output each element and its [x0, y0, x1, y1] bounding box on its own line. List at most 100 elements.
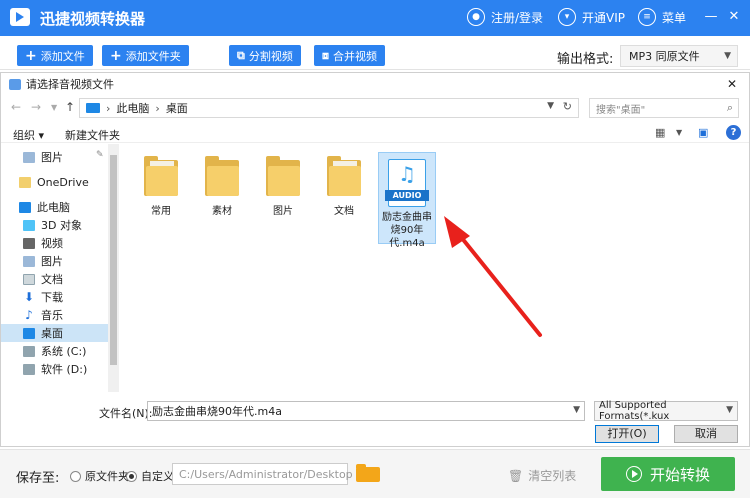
back-arrow-icon[interactable]: ←	[11, 100, 21, 114]
drive-icon	[23, 363, 35, 375]
menu-button[interactable]: ≡ 菜单	[638, 8, 686, 26]
chevron-down-icon[interactable]: ▼	[676, 128, 682, 137]
refresh-icon[interactable]: ↻	[563, 100, 572, 113]
folder-item[interactable]: 文档	[315, 156, 373, 217]
music-note-icon: ♫	[398, 162, 416, 186]
nav-item-downloads[interactable]: ⬇ 下载	[23, 288, 108, 306]
filename-label: 文件名(N):	[99, 407, 153, 420]
save-to-label: 保存至:	[16, 471, 60, 486]
folder-item[interactable]: 素材	[193, 156, 251, 217]
nav-item-drive-c[interactable]: 系统 (C:)	[23, 342, 108, 360]
split-video-label: 分割视频	[248, 49, 293, 63]
start-convert-button[interactable]: 开始转换	[601, 457, 735, 491]
dialog-command-bar: 组织 ▾ 新建文件夹 ▦ ▼ ▣ ?	[1, 123, 749, 143]
layers-icon: ≡	[638, 8, 656, 26]
trash-icon: 🗑	[508, 468, 524, 483]
minimize-button[interactable]: —	[703, 9, 719, 24]
nav-scrollbar-thumb[interactable]	[110, 155, 117, 365]
vip-label: 开通VIP	[582, 10, 625, 25]
plus-icon: +	[25, 47, 37, 64]
chevron-down-icon: ▼	[726, 405, 733, 415]
forward-arrow-icon[interactable]: →	[31, 100, 41, 114]
search-input[interactable]: 搜索"桌面" ⌕	[589, 98, 739, 118]
close-button[interactable]: ✕	[726, 9, 742, 24]
nav-item-desktop[interactable]: 桌面	[1, 324, 108, 342]
app-titlebar: 迅捷视频转换器 ● 注册/登录 ▾ 开通VIP ≡ 菜单 — ✕	[0, 0, 750, 36]
dialog-close-button[interactable]: ✕	[727, 77, 737, 91]
nav-item-label: 下载	[41, 291, 63, 304]
open-file-dialog: 请选择音视频文件 ✕ ← → ▼ ↑ › 此电脑 › 桌面 ▼ ↻ 搜索"桌面"…	[0, 72, 750, 447]
breadcrumb-desktop[interactable]: 桌面	[166, 100, 188, 116]
output-format-label: 输出格式:	[557, 52, 614, 67]
output-format-value: MP3 同原文件	[629, 50, 700, 63]
output-format-select[interactable]: MP3 同原文件 ▼	[620, 45, 738, 67]
filename-value: 励志金曲串烧90年代.m4a	[152, 405, 282, 418]
organize-menu[interactable]: 组织 ▾	[13, 127, 44, 143]
new-folder-button[interactable]: 新建文件夹	[65, 127, 120, 143]
browse-folder-icon[interactable]	[356, 464, 380, 482]
folder-icon	[19, 176, 31, 188]
dialog-titlebar: 请选择音视频文件 ✕	[1, 73, 749, 95]
split-video-button[interactable]: ⧉ 分割视频	[229, 45, 301, 66]
login-button[interactable]: ● 注册/登录	[467, 8, 543, 26]
nav-item-this-pc[interactable]: 此电脑	[19, 198, 108, 216]
clear-list-button[interactable]: 🗑 清空列表	[508, 467, 576, 484]
nav-item-drive-d[interactable]: 软件 (D:)	[23, 360, 108, 378]
chevron-down-icon: ▼	[724, 51, 731, 61]
up-arrow-icon[interactable]: ↑	[65, 100, 75, 114]
add-folder-button[interactable]: + 添加文件夹	[102, 45, 189, 66]
preview-pane-icon[interactable]: ▣	[698, 126, 708, 139]
cancel-button[interactable]: 取消	[674, 425, 738, 443]
folder-label: 常用	[151, 206, 171, 217]
save-path-input[interactable]: C:/Users/Administrator/Desktop	[172, 463, 353, 485]
add-file-button[interactable]: + 添加文件	[17, 45, 93, 66]
folder-icon	[266, 156, 300, 196]
radio-original-folder[interactable]: 原文件夹	[70, 468, 129, 484]
folder-item[interactable]: 图片	[254, 156, 312, 217]
folder-label: 文档	[334, 206, 354, 217]
user-icon: ●	[467, 8, 485, 26]
folder-label: 图片	[273, 206, 293, 217]
nav-item-label: 图片	[41, 151, 63, 164]
merge-video-button[interactable]: ⧈ 合并视频	[314, 45, 385, 66]
nav-item-music[interactable]: ♪ 音乐	[23, 306, 108, 324]
folder-item[interactable]: 常用	[132, 156, 190, 217]
nav-item-documents[interactable]: 文档	[23, 270, 108, 288]
selected-audio-file[interactable]: ♫ AUDIO 励志金曲串烧90年代.m4a	[378, 152, 436, 249]
search-placeholder: 搜索"桌面"	[596, 104, 646, 116]
breadcrumb-this-pc[interactable]: 此电脑	[116, 100, 149, 116]
chevron-down-icon[interactable]: ▼	[547, 101, 554, 111]
recent-dropdown-icon[interactable]: ▼	[51, 103, 57, 112]
nav-item-label: 视频	[41, 237, 63, 250]
pictures-icon	[23, 255, 35, 267]
nav-item-label: 桌面	[41, 327, 63, 340]
vip-button[interactable]: ▾ 开通VIP	[558, 8, 625, 26]
save-path-value: C:/Users/Administrator/Desktop	[179, 467, 353, 481]
breadcrumb-separator-icon: ›	[155, 101, 160, 115]
app-title: 迅捷视频转换器	[40, 10, 146, 28]
main-toolbar: + 添加文件 + 添加文件夹 ⧉ 分割视频 ⧈ 合并视频 输出格式: MP3 同…	[0, 36, 750, 70]
nav-item-pictures[interactable]: 图片	[23, 252, 108, 270]
dialog-navbar: ← → ▼ ↑ › 此电脑 › 桌面 ▼ ↻ 搜索"桌面" ⌕	[1, 97, 749, 119]
view-options-icon[interactable]: ▦	[655, 126, 665, 139]
filetype-select[interactable]: All Supported Formats(*.kux ▼	[594, 400, 738, 422]
nav-item-label: 图片	[41, 255, 63, 268]
filename-input[interactable]: 励志金曲串烧90年代.m4a ▼	[147, 401, 585, 421]
nav-item-label: 软件 (D:)	[41, 363, 88, 376]
nav-item-3d-objects[interactable]: 3D 对象	[23, 216, 108, 234]
open-button[interactable]: 打开(O)	[595, 425, 659, 443]
play-icon	[625, 466, 642, 482]
radio-dot	[126, 470, 137, 482]
address-bar[interactable]: › 此电脑 › 桌面 ▼ ↻	[79, 98, 579, 118]
pin-icon[interactable]: ✎	[96, 150, 104, 160]
nav-item-videos[interactable]: 视频	[23, 234, 108, 252]
merge-icon: ⧈	[322, 49, 329, 62]
organize-label: 组织	[13, 129, 35, 142]
app-logo-icon	[10, 8, 30, 26]
help-icon[interactable]: ?	[726, 125, 741, 140]
radio-custom-folder[interactable]: 自定义	[126, 468, 174, 484]
chevron-down-icon[interactable]: ▼	[573, 405, 580, 415]
radio-original-label: 原文件夹	[85, 470, 129, 483]
document-icon	[23, 273, 35, 285]
nav-item-onedrive[interactable]: OneDrive	[19, 173, 108, 191]
